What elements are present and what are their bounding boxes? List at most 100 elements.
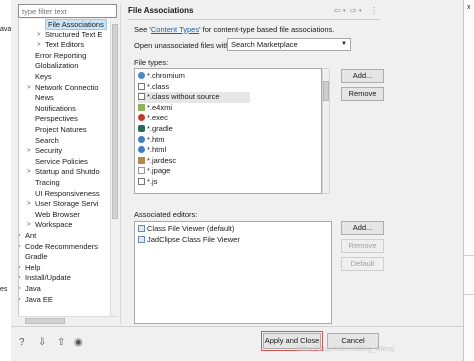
editor-item[interactable]: JadClipse Class File Viewer <box>138 235 240 246</box>
tree-item[interactable]: Text Editors <box>45 40 84 51</box>
tree-item[interactable]: Gradle <box>25 252 48 263</box>
tree-item[interactable]: Help <box>25 263 40 274</box>
tree-item[interactable]: Project Natures <box>35 125 87 136</box>
tree-item[interactable]: Service Policies <box>35 157 88 168</box>
coverage-icon <box>138 114 145 122</box>
expand-arrow-icon[interactable]: > <box>19 295 21 306</box>
default-editor-button[interactable]: Default <box>341 257 384 271</box>
associated-editors-list[interactable]: Class File Viewer (default) JadClipse Cla… <box>134 221 332 324</box>
file-type-item[interactable]: *.jardesc <box>138 156 176 167</box>
file-type-item[interactable]: *.gradle <box>138 124 173 135</box>
content-types-link[interactable]: Content Types <box>151 25 199 34</box>
dialog-button-bar: ? ⇩ ⇧ ◉ <box>11 326 463 361</box>
tree-item[interactable]: Java <box>25 284 41 295</box>
back-dropdown-icon[interactable]: ▾ <box>343 5 346 17</box>
tree-item[interactable]: Network Connectio <box>35 83 98 94</box>
forward-arrow-icon[interactable]: ⇨ <box>350 5 357 17</box>
background-window-right: x <box>463 0 474 361</box>
file-types-list[interactable]: *.chromium *.class *.class without source *… <box>134 68 322 194</box>
background-text-fragment: es <box>0 286 8 293</box>
scroll-thumb[interactable] <box>112 24 118 219</box>
file-types-scrollbar[interactable] <box>322 68 330 194</box>
file-type-item[interactable]: *.html <box>138 145 166 156</box>
select-value: Search Marketplace <box>231 40 298 49</box>
tree-item[interactable]: Install/Update <box>25 273 71 284</box>
background-text-fragment: x <box>467 4 471 11</box>
expand-arrow-icon[interactable]: > <box>27 167 31 178</box>
expand-arrow-icon[interactable]: > <box>37 40 41 51</box>
viewer-icon <box>138 225 145 232</box>
pane-sash[interactable] <box>120 4 122 324</box>
view-menu-icon[interactable]: ⋮ <box>370 5 378 17</box>
export-icon[interactable]: ⇧ <box>57 337 65 348</box>
content-types-note: See 'Content Types' for content-type bas… <box>134 25 334 34</box>
help-icon[interactable]: ? <box>19 337 25 348</box>
tree-item[interactable]: Structured Text E <box>45 30 102 41</box>
tree-item[interactable]: Search <box>35 136 59 147</box>
forward-dropdown-icon[interactable]: ▾ <box>359 5 362 17</box>
file-type-item-label: *.jardesc <box>147 155 177 165</box>
tree-item[interactable]: Java EE <box>25 295 53 306</box>
expand-arrow-icon[interactable]: > <box>19 242 21 253</box>
add-file-type-button[interactable]: Add... <box>341 69 384 83</box>
browser-icon <box>138 72 145 79</box>
open-unassociated-select[interactable]: Search Marketplace ▼ <box>227 38 351 51</box>
tree-item[interactable]: Error Reporting <box>35 51 86 62</box>
remove-editor-button[interactable]: Remove <box>341 239 384 253</box>
expand-arrow-icon[interactable]: > <box>37 30 41 41</box>
watermark: https://blog.csdn.net/jing_xifeng <box>296 346 395 353</box>
tree-item[interactable]: Perspectives <box>35 114 78 125</box>
tree-item[interactable]: Globalization <box>35 61 78 72</box>
tree-item[interactable]: User Storage Servi <box>35 199 98 210</box>
gradle-icon <box>138 125 145 132</box>
tree-item[interactable]: Code Recommenders <box>25 242 98 253</box>
file-type-item-label: *.html <box>147 145 167 155</box>
tree-item[interactable]: File Associations <box>45 19 107 30</box>
record-icon[interactable]: ◉ <box>74 337 83 348</box>
expand-arrow-icon[interactable]: > <box>19 263 21 274</box>
editor-item[interactable]: Class File Viewer (default) <box>138 224 234 235</box>
expand-arrow-icon[interactable]: > <box>19 284 21 295</box>
background-divider <box>464 255 474 295</box>
file-type-item[interactable]: *.jpage <box>138 166 170 177</box>
tree-item[interactable]: Startup and Shutdo <box>35 167 100 178</box>
tree-item[interactable]: Tracing <box>35 178 60 189</box>
expand-arrow-icon[interactable]: > <box>27 83 31 94</box>
expand-arrow-icon[interactable]: > <box>19 273 21 284</box>
remove-file-type-button[interactable]: Remove <box>341 87 384 101</box>
jar-icon <box>138 156 145 164</box>
editor-item-label: JadClipse Class File Viewer <box>147 234 240 244</box>
scroll-thumb[interactable] <box>323 81 329 101</box>
tree-horizontal-scrollbar[interactable] <box>18 316 118 324</box>
add-editor-button[interactable]: Add... <box>341 221 384 235</box>
tree-item[interactable]: UI Responsiveness <box>35 189 100 200</box>
expand-arrow-icon[interactable]: > <box>27 146 31 157</box>
script-icon <box>138 178 145 185</box>
file-type-item[interactable]: *.htm <box>138 135 165 146</box>
tree-item[interactable]: Workspace <box>35 220 72 231</box>
file-type-item[interactable]: *.class without source <box>138 92 250 103</box>
expand-arrow-icon[interactable]: > <box>19 231 21 242</box>
file-type-item[interactable]: *.exec <box>138 113 168 124</box>
tree-item[interactable]: Notifications <box>35 104 76 115</box>
file-type-item[interactable]: *.class <box>138 82 169 93</box>
tree-item[interactable]: News <box>35 93 54 104</box>
tree-vertical-scrollbar[interactable] <box>110 19 118 316</box>
tree-item[interactable]: Security <box>35 146 62 157</box>
filter-input[interactable] <box>18 4 117 18</box>
expand-arrow-icon[interactable]: > <box>27 199 31 210</box>
back-arrow-icon[interactable]: ⇦ <box>334 5 341 17</box>
expand-arrow-icon[interactable]: > <box>27 220 31 231</box>
tree-item[interactable]: Keys <box>35 72 52 83</box>
scroll-thumb[interactable] <box>25 318 65 324</box>
import-icon[interactable]: ⇩ <box>38 337 46 348</box>
note-text: ' for content-type based file associatio… <box>199 25 335 34</box>
file-type-item-label: *.js <box>147 177 158 186</box>
file-type-item[interactable]: *.js <box>138 177 157 188</box>
tree-item[interactable]: Web Browser <box>35 210 80 221</box>
tree-item[interactable]: Ant <box>25 231 36 242</box>
file-type-item[interactable]: *.chromium <box>138 71 185 82</box>
file-type-item-label: *.e4xmi <box>147 102 173 112</box>
file-type-item[interactable]: *.e4xmi <box>138 103 172 114</box>
open-unassociated-label: Open unassociated files with: <box>134 41 232 50</box>
